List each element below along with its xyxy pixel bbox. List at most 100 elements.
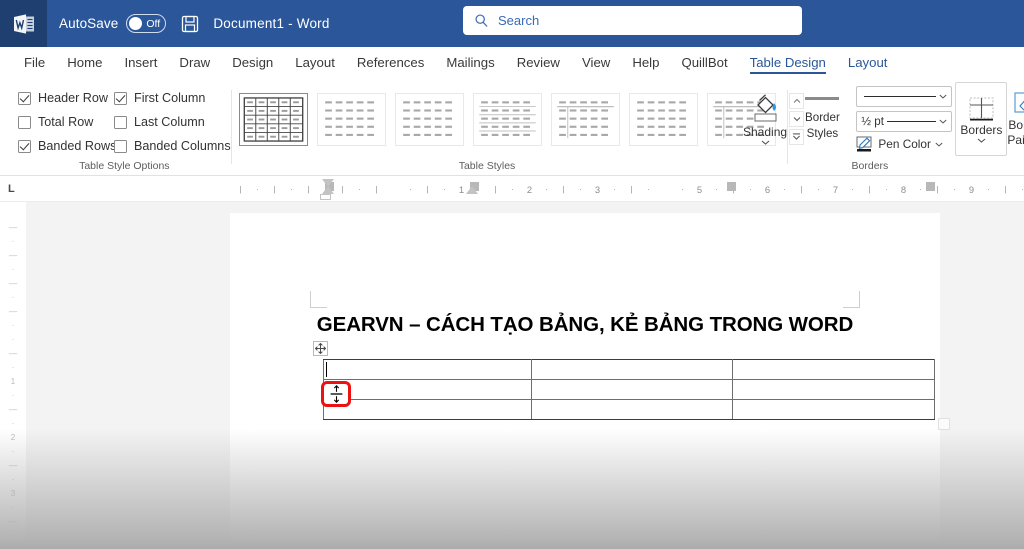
line-weight-dropdown[interactable]: ½ pt: [856, 111, 953, 132]
tab-references[interactable]: References: [346, 47, 435, 78]
table-styles-gallery[interactable]: [231, 82, 804, 156]
checkbox-banded-columns[interactable]: Banded Columns: [114, 139, 231, 153]
toggle-knob: [129, 17, 143, 30]
table-cell[interactable]: [732, 379, 935, 400]
border-styles-button[interactable]: Border Styles: [793, 97, 851, 141]
table-row[interactable]: [323, 399, 935, 420]
ruler-marker-right[interactable]: [926, 182, 935, 191]
search-input[interactable]: Search: [463, 6, 802, 35]
vruler-number: 2: [10, 432, 16, 442]
right-indent-marker[interactable]: [466, 186, 478, 194]
table-cell[interactable]: [530, 399, 734, 420]
chevron-down-icon[interactable]: [939, 119, 947, 124]
tab-stop-marker[interactable]: L: [8, 183, 15, 195]
table-style-plain-3[interactable]: [629, 92, 698, 146]
border-painter-label-line2: Painter: [1007, 133, 1024, 147]
border-painter-icon: [1014, 92, 1024, 113]
checkbox-first-column[interactable]: First Column: [114, 91, 231, 105]
document-page[interactable]: GEARVN – CÁCH TẠO BẢNG, KẺ BẢNG TRONG WO…: [230, 213, 950, 549]
document-canvas[interactable]: GEARVN – CÁCH TẠO BẢNG, KẺ BẢNG TRONG WO…: [26, 202, 1024, 549]
tab-layout[interactable]: Layout: [284, 47, 346, 78]
table-cell[interactable]: [323, 379, 532, 400]
tab-quillbot[interactable]: QuillBot: [670, 47, 738, 78]
left-indent-marker[interactable]: [320, 194, 331, 200]
checkbox-banded-rows-box[interactable]: [18, 139, 31, 153]
checkbox-total-row[interactable]: Total Row: [18, 115, 114, 129]
table-move-handle-icon[interactable]: [313, 341, 328, 356]
shading-body: Shading: [743, 78, 787, 160]
hanging-indent-marker[interactable]: [322, 186, 334, 194]
line-weight-value: ½ pt: [861, 115, 884, 128]
save-icon[interactable]: [180, 14, 200, 34]
chevron-down-icon[interactable]: [935, 142, 943, 147]
vertical-ruler[interactable]: — · — · — · — · · — · 1 · — · 2 · — · 3 …: [0, 202, 26, 549]
chevron-down-icon[interactable]: [939, 94, 947, 99]
document-title: Document1 - Word: [213, 16, 330, 31]
ruler-tick: ·: [749, 184, 752, 194]
table-row[interactable]: [323, 359, 935, 380]
chevron-down-icon[interactable]: [977, 138, 986, 143]
checkbox-banded-rows[interactable]: Banded Rows: [18, 139, 116, 153]
document-heading[interactable]: GEARVN – CÁCH TẠO BẢNG, KẺ BẢNG TRONG WO…: [230, 313, 940, 337]
tab-insert[interactable]: Insert: [113, 47, 168, 78]
table-row[interactable]: [323, 379, 935, 400]
tab-design[interactable]: Design: [221, 47, 284, 78]
tab-draw[interactable]: Draw: [168, 47, 221, 78]
ruler-marker-mid[interactable]: [727, 182, 736, 191]
checkbox-last-column-box[interactable]: [114, 115, 127, 129]
ruler-number: 2: [526, 184, 533, 195]
group-table-styles: Table Styles: [231, 78, 804, 176]
borders-button[interactable]: Borders: [955, 82, 1008, 156]
autosave-control[interactable]: AutoSave Off: [59, 14, 167, 33]
vruler-tick: ·: [11, 236, 15, 246]
autosave-toggle[interactable]: Off: [126, 14, 167, 33]
tab-table-layout[interactable]: Layout: [837, 47, 899, 78]
vruler-tick: ·: [11, 502, 15, 512]
tab-home[interactable]: Home: [56, 47, 113, 78]
tab-mailings[interactable]: Mailings: [435, 47, 505, 78]
table-style-plain-1[interactable]: [317, 92, 386, 146]
pen-color-button[interactable]: Pen Color: [856, 136, 952, 152]
tab-table-design[interactable]: Table Design: [739, 47, 837, 78]
ruler-tick: ·: [647, 184, 650, 194]
line-style-dropdown[interactable]: [856, 86, 953, 107]
table-cell[interactable]: [530, 379, 734, 400]
table-resize-handle-icon[interactable]: [938, 418, 950, 430]
table-cell[interactable]: [323, 359, 532, 380]
table-style-lines-preview: [479, 100, 536, 136]
table-cell[interactable]: [530, 359, 734, 380]
table-cell[interactable]: [732, 399, 935, 420]
vruler-tick: —: [8, 460, 18, 470]
checkbox-header-row[interactable]: Header Row: [18, 91, 114, 105]
tab-view[interactable]: View: [571, 47, 621, 78]
search-icon: [475, 14, 488, 27]
vruler-tick: ·: [11, 264, 15, 274]
tab-help[interactable]: Help: [621, 47, 670, 78]
table-style-grid[interactable]: [239, 92, 308, 146]
border-painter-button[interactable]: Border Painter: [1007, 82, 1024, 156]
table-cell[interactable]: [323, 399, 532, 420]
word-logo-icon[interactable]: [0, 0, 47, 47]
checkbox-header-row-box[interactable]: [18, 91, 31, 105]
checkbox-last-column[interactable]: Last Column: [114, 115, 231, 129]
table-style-lines[interactable]: [473, 92, 542, 146]
margin-corner-top-left: [310, 291, 327, 308]
checkbox-first-column-box[interactable]: [114, 91, 127, 105]
chevron-down-icon[interactable]: [761, 140, 770, 145]
borders-grid-icon: [969, 97, 994, 121]
tab-file[interactable]: File: [13, 47, 56, 78]
horizontal-ruler[interactable]: L | · | · | · | · | · | · 1 · | · 2 · | …: [0, 177, 1024, 202]
ruler-tick: |: [341, 184, 344, 194]
vruler-tick: ·: [11, 446, 15, 456]
row-height-resize-cursor-icon: [321, 381, 351, 407]
shading-button[interactable]: Shading: [743, 82, 787, 156]
checkbox-banded-columns-box[interactable]: [114, 139, 127, 153]
document-table[interactable]: [323, 359, 935, 420]
table-style-plain-2[interactable]: [395, 92, 464, 146]
table-cell[interactable]: [732, 359, 935, 380]
vruler-tick: ·: [11, 530, 15, 540]
vruler-tick: ·: [11, 474, 15, 484]
table-style-first-column-1[interactable]: [551, 92, 620, 146]
tab-review[interactable]: Review: [506, 47, 571, 78]
checkbox-total-row-box[interactable]: [18, 115, 31, 129]
